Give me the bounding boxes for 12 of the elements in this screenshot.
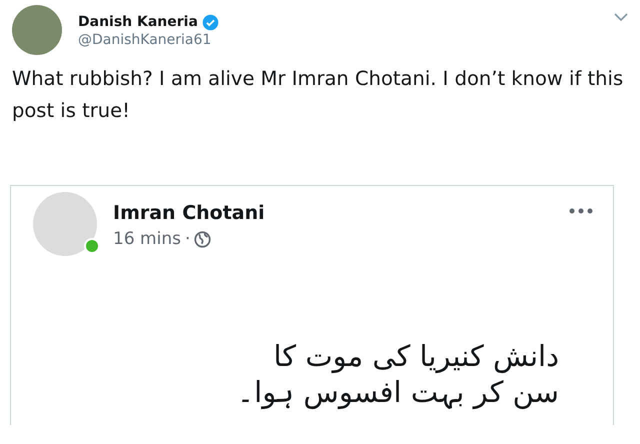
author-name[interactable]: Danish Kaneria xyxy=(78,13,198,31)
post-text-line: دانش کنیریا کی موت کا xyxy=(273,339,559,373)
author-handle[interactable]: @DanishKaneria61 xyxy=(78,31,614,49)
tweet-text: What rubbish? I am alive Mr Imran Chotani. I don’t know if this post is true! xyxy=(11,66,624,124)
chevron-down-icon[interactable] xyxy=(614,13,628,22)
post-author-name[interactable]: Imran Chotani xyxy=(113,200,569,226)
post-time: 16 mins xyxy=(113,228,181,251)
post-text-line: سن کر بہت افسوس ہوا۔ xyxy=(237,375,559,409)
separator-dot: · xyxy=(184,228,190,251)
globe-icon xyxy=(194,230,212,248)
avatar-placeholder xyxy=(12,5,62,55)
more-options-icon[interactable] xyxy=(569,208,593,214)
